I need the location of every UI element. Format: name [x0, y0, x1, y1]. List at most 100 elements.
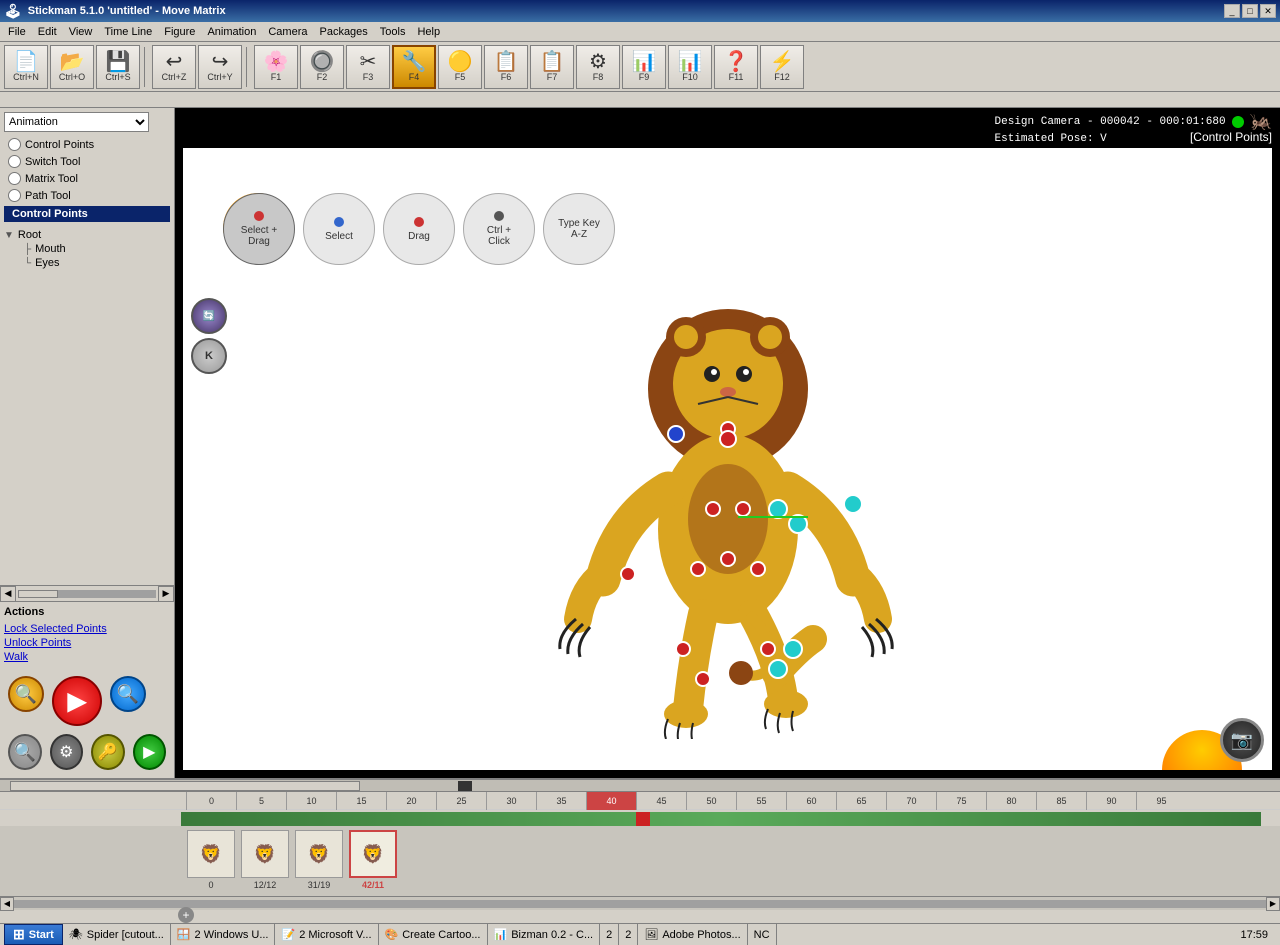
- tool-matrix[interactable]: Matrix Tool: [0, 170, 174, 187]
- settings-button[interactable]: ⚙: [50, 734, 84, 770]
- menu-packages[interactable]: Packages: [313, 24, 373, 40]
- maximize-button[interactable]: □: [1242, 4, 1258, 18]
- taskbar-spider[interactable]: 🕷 Spider [cutout...: [63, 924, 171, 945]
- f7-button[interactable]: 📋 F7: [530, 45, 574, 89]
- hint-type-key[interactable]: Type KeyA-Z: [543, 193, 615, 265]
- taskbar-bizman[interactable]: 📊 Bizman 0.2 - C...: [488, 924, 601, 945]
- frame-1[interactable]: 🦁 12/12: [240, 830, 290, 892]
- radio-control-points[interactable]: [8, 138, 21, 151]
- f9-label: F9: [639, 72, 650, 82]
- f3-button[interactable]: ✂ F3: [346, 45, 390, 89]
- taskbar-create-cartoon[interactable]: 🎨 Create Cartoo...: [379, 924, 488, 945]
- scroll-track[interactable]: [18, 590, 156, 598]
- add-frame-button[interactable]: +: [178, 907, 194, 923]
- menu-tools[interactable]: Tools: [374, 24, 412, 40]
- frame-3-active[interactable]: 🦁 42/11: [348, 830, 398, 892]
- tool-switch[interactable]: Switch Tool: [0, 153, 174, 170]
- redo-button[interactable]: ↪ Ctrl+Y: [198, 45, 242, 89]
- hint-ctrl-click[interactable]: Ctrl +Click: [463, 193, 535, 265]
- f1-button[interactable]: 🌸 F1: [254, 45, 298, 89]
- f12-button[interactable]: ⚡ F12: [760, 45, 804, 89]
- taskbar-windows-u[interactable]: 🪟 2 Windows U...: [171, 924, 276, 945]
- menu-edit[interactable]: Edit: [32, 24, 63, 40]
- active-tool-badge[interactable]: Control Points: [4, 206, 170, 222]
- hint-select[interactable]: Select: [303, 193, 375, 265]
- timeline-scroll-track[interactable]: [14, 900, 1266, 908]
- hint-drag[interactable]: Drag: [383, 193, 455, 265]
- menu-figure[interactable]: Figure: [158, 24, 201, 40]
- radio-path-tool[interactable]: [8, 189, 21, 202]
- f9-button[interactable]: 📊 F9: [622, 45, 666, 89]
- run-button[interactable]: ▶: [133, 734, 167, 770]
- f5-button[interactable]: 🟡 F5: [438, 45, 482, 89]
- menu-timeline[interactable]: Time Line: [98, 24, 158, 40]
- frame-thumb-0[interactable]: 🦁: [187, 830, 235, 878]
- walk-link[interactable]: Walk: [4, 650, 170, 664]
- f6-button[interactable]: 📋 F6: [484, 45, 528, 89]
- menu-animation[interactable]: Animation: [201, 24, 262, 40]
- camera-button[interactable]: 📷: [1220, 718, 1264, 762]
- taskbar-photoshop[interactable]: 🖼 Adobe Photos...: [638, 924, 747, 945]
- scroll-left-button[interactable]: ◀: [0, 586, 16, 602]
- zoom-out-button[interactable]: 🔍: [8, 734, 42, 770]
- f6-icon: 📋: [494, 52, 519, 72]
- taskbar-2b[interactable]: 2: [619, 924, 638, 945]
- minimize-button[interactable]: _: [1224, 4, 1240, 18]
- app-icon: 🕹: [4, 3, 22, 20]
- frame-0[interactable]: 🦁 0: [186, 830, 236, 892]
- lock-selected-points-link[interactable]: Lock Selected Points: [4, 622, 170, 636]
- f11-label: F11: [729, 72, 744, 82]
- search-button[interactable]: 🔍: [8, 676, 44, 712]
- f2-button[interactable]: 🔘 F2: [300, 45, 344, 89]
- frame-thumb-2[interactable]: 🦁: [295, 830, 343, 878]
- new-button[interactable]: 📄 Ctrl+N: [4, 45, 48, 89]
- close-button[interactable]: ✕: [1260, 4, 1276, 18]
- tree-eyes[interactable]: └ Eyes: [4, 256, 170, 270]
- undo-button[interactable]: ↩ Ctrl+Z: [152, 45, 196, 89]
- timeline-scroll-left[interactable]: ◀: [0, 897, 14, 911]
- unlock-points-link[interactable]: Unlock Points: [4, 636, 170, 650]
- tool-control-points[interactable]: Control Points: [0, 136, 174, 153]
- frame-thumb-3[interactable]: 🦁: [349, 830, 397, 878]
- animation-dropdown[interactable]: Animation: [4, 112, 149, 132]
- taskbar-microsoft-v[interactable]: 📝 2 Microsoft V...: [275, 924, 378, 945]
- mini-btn-k[interactable]: K: [191, 338, 227, 374]
- menu-camera[interactable]: Camera: [262, 24, 313, 40]
- scroll-thumb[interactable]: [18, 590, 58, 598]
- play-button[interactable]: ▶: [52, 676, 102, 726]
- bizman-label: Bizman 0.2 - C...: [511, 929, 593, 941]
- control-points-label: Control Points: [25, 139, 94, 151]
- key-button[interactable]: 🔑: [91, 734, 125, 770]
- tool-path[interactable]: Path Tool: [0, 187, 174, 204]
- horizontal-scrollbar[interactable]: ◀ ▶: [0, 585, 174, 601]
- tree-mouth[interactable]: ├ Mouth: [4, 242, 170, 256]
- f8-button[interactable]: ⚙ F8: [576, 45, 620, 89]
- taskbar-2a[interactable]: 2: [600, 924, 619, 945]
- tree-root[interactable]: ▼ Root: [4, 228, 170, 242]
- frame-thumb-1[interactable]: 🦁: [241, 830, 289, 878]
- f4-button[interactable]: 🔧 F4: [392, 45, 436, 89]
- menu-file[interactable]: File: [2, 24, 32, 40]
- start-button[interactable]: ⊞ Start: [4, 924, 63, 945]
- f11-button[interactable]: ❓ F11: [714, 45, 758, 89]
- f10-button[interactable]: 📊 F10: [668, 45, 712, 89]
- hint-select-drag[interactable]: Select +Drag: [223, 193, 295, 265]
- radio-switch-tool[interactable]: [8, 155, 21, 168]
- timeline-scroll-right[interactable]: ▶: [1266, 897, 1280, 911]
- save-button[interactable]: 💾 Ctrl+S: [96, 45, 140, 89]
- window-controls[interactable]: _ □ ✕: [1224, 4, 1276, 18]
- radio-matrix-tool[interactable]: [8, 172, 21, 185]
- timeline-scroll-thumb[interactable]: [10, 781, 360, 791]
- menu-view[interactable]: View: [63, 24, 99, 40]
- canvas-camera-icon[interactable]: 📷: [1220, 718, 1264, 762]
- green-progress-bar[interactable]: [181, 812, 1261, 826]
- menu-help[interactable]: Help: [411, 24, 446, 40]
- mini-btn-1[interactable]: 🔄: [191, 298, 227, 334]
- timeline-scrollbar[interactable]: [0, 780, 1280, 792]
- scroll-right-button[interactable]: ▶: [158, 586, 174, 602]
- frame-2[interactable]: 🦁 31/19: [294, 830, 344, 892]
- taskbar-nc[interactable]: NC: [748, 924, 777, 945]
- timeline-hscroll[interactable]: ◀ ▶: [0, 896, 1280, 910]
- open-button[interactable]: 📂 Ctrl+O: [50, 45, 94, 89]
- zoom-in-button[interactable]: 🔍: [110, 676, 146, 712]
